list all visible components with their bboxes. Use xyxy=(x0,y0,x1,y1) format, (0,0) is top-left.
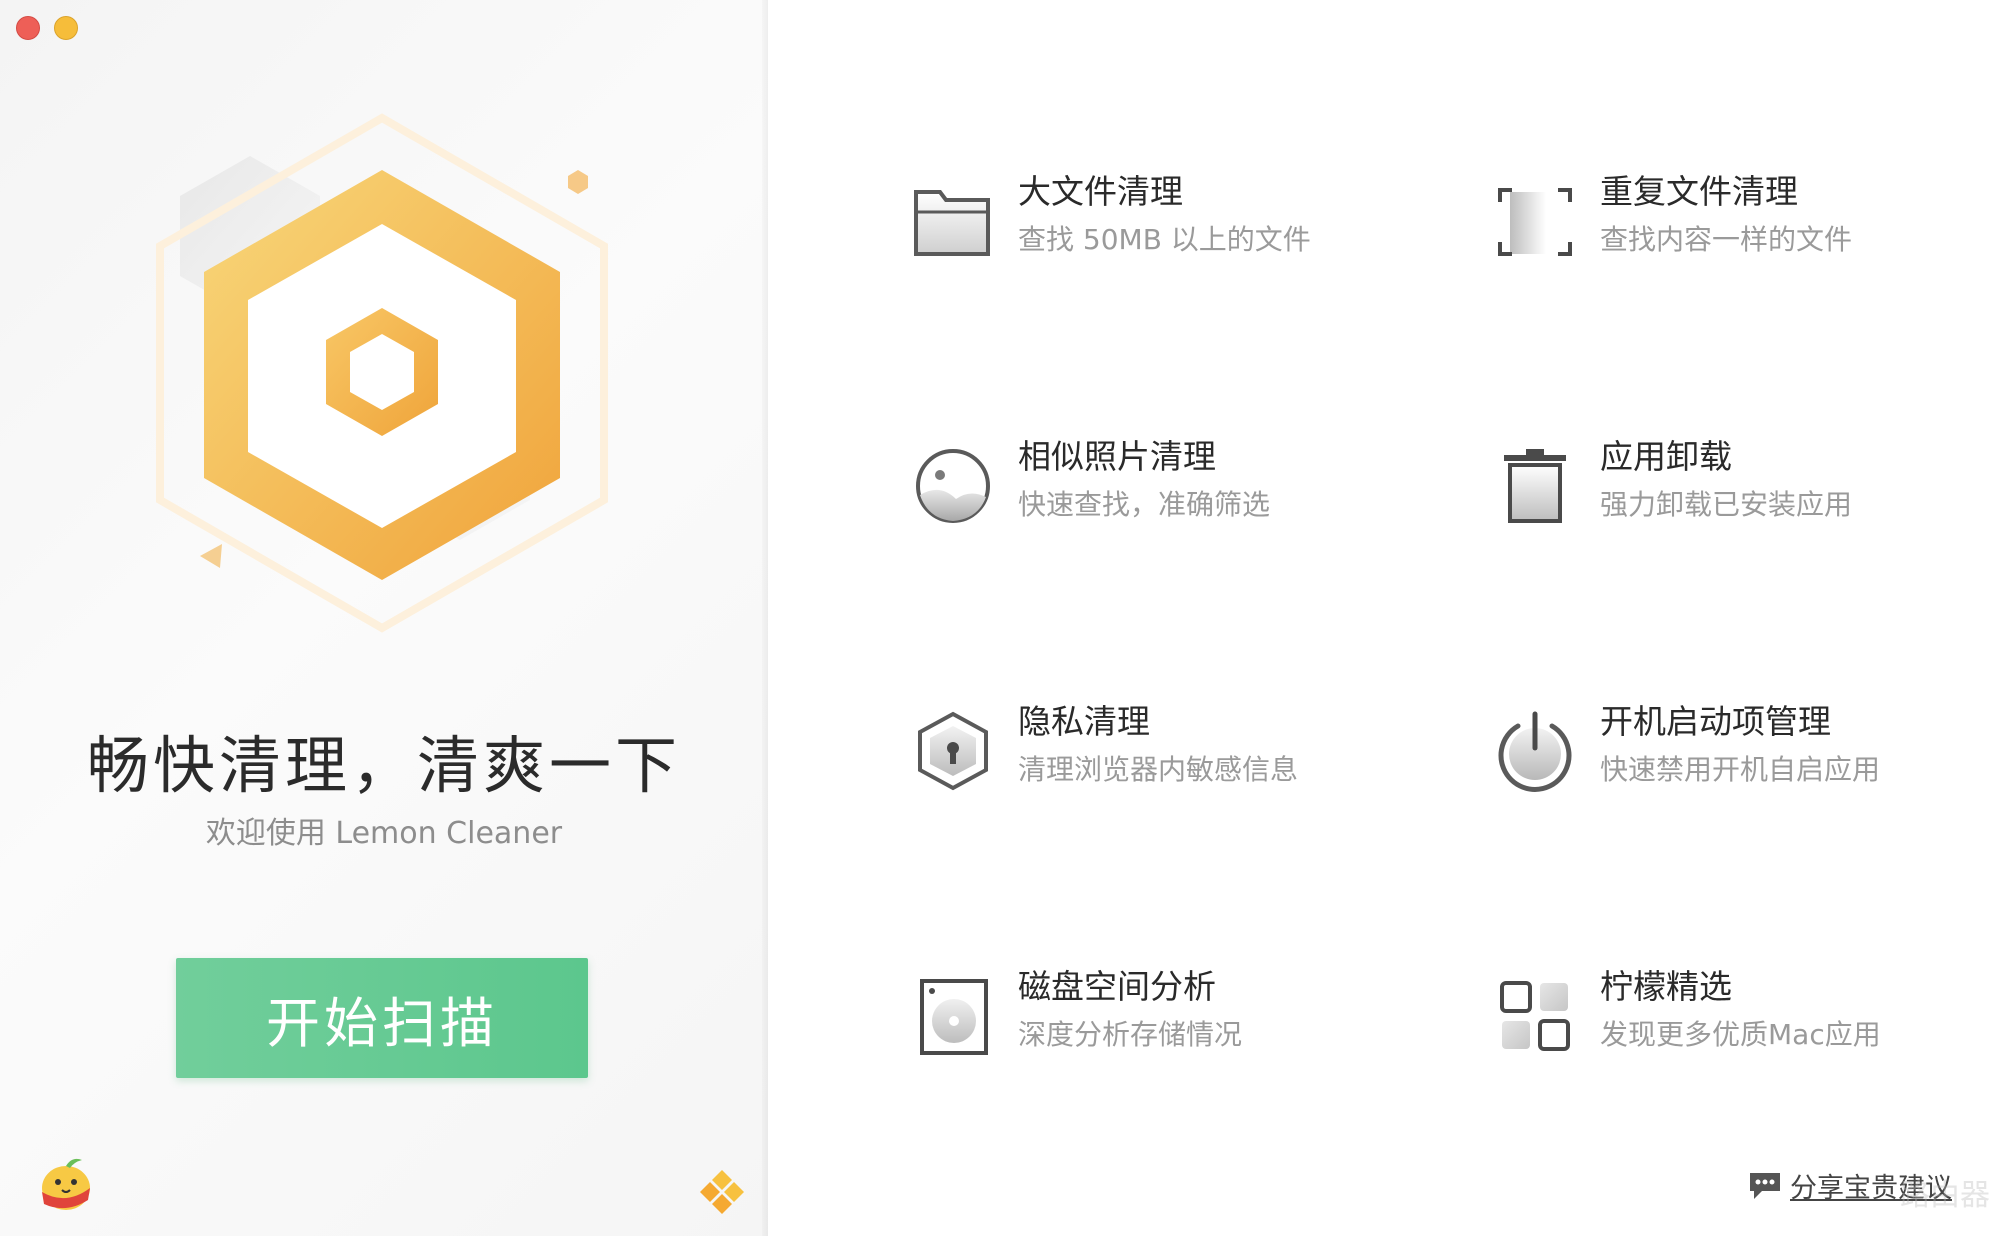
left-panel: 畅快清理，清爽一下 欢迎使用 Lemon Cleaner 开始扫描 xyxy=(0,0,768,1236)
features-panel: 大文件清理 查找 50MB 以上的文件 重复文件清理 查找内容一样的文件 相似照… xyxy=(768,0,2000,1236)
traffic-lights xyxy=(16,16,78,40)
hexagon-logo-illustration xyxy=(156,113,608,633)
feature-title: 隐私清理 xyxy=(1018,702,1150,741)
feature-desc: 快速查找，准确筛选 xyxy=(1018,488,1271,521)
large-file-folder-icon xyxy=(914,190,990,256)
lemon-mascot-icon[interactable] xyxy=(28,1148,104,1218)
feature-lemon-picks[interactable]: 柠檬精选 发现更多优质Mac应用 xyxy=(1492,963,1952,1083)
feature-disk-analysis[interactable]: 磁盘空间分析 深度分析存储情况 xyxy=(910,963,1370,1083)
feature-title: 柠檬精选 xyxy=(1600,967,1732,1006)
feature-title: 开机启动项管理 xyxy=(1600,702,1831,741)
trash-icon xyxy=(1504,449,1566,523)
feature-title: 相似照片清理 xyxy=(1018,437,1216,476)
feature-desc: 深度分析存储情况 xyxy=(1018,1018,1243,1051)
duplicate-file-icon xyxy=(1498,188,1572,256)
watermark-text: 路由器 xyxy=(1900,1178,1990,1213)
welcome-subtitle: 欢迎使用 Lemon Cleaner xyxy=(205,816,563,851)
disk-icon xyxy=(920,979,988,1055)
feature-app-uninstall[interactable]: 应用卸载 强力卸载已安装应用 xyxy=(1492,433,1952,553)
close-window-button[interactable] xyxy=(16,16,40,40)
feature-title: 磁盘空间分析 xyxy=(1018,967,1216,1006)
lemon-diamond-icon[interactable] xyxy=(696,1166,748,1218)
power-icon xyxy=(1498,711,1572,792)
feature-large-file-cleanup[interactable]: 大文件清理 查找 50MB 以上的文件 xyxy=(910,168,1370,288)
similar-photo-icon xyxy=(916,449,990,523)
app-window: 畅快清理，清爽一下 欢迎使用 Lemon Cleaner 开始扫描 大文件清理 … xyxy=(0,0,2000,1236)
minimize-window-button[interactable] xyxy=(54,16,78,40)
app-grid-icon xyxy=(1500,981,1570,1051)
feature-title: 大文件清理 xyxy=(1018,172,1183,211)
feature-similar-photo-cleanup[interactable]: 相似照片清理 快速查找，准确筛选 xyxy=(910,433,1370,553)
feature-desc: 清理浏览器内敏感信息 xyxy=(1018,753,1299,786)
feature-startup-items[interactable]: 开机启动项管理 快速禁用开机自启应用 xyxy=(1492,698,1952,818)
feature-desc: 查找 50MB 以上的文件 xyxy=(1018,223,1311,256)
slogan-heading: 畅快清理，清爽一下 xyxy=(86,729,681,802)
chat-bubble-icon xyxy=(1750,1172,1780,1199)
feature-duplicate-file-cleanup[interactable]: 重复文件清理 查找内容一样的文件 xyxy=(1492,168,1952,288)
feature-privacy-cleanup[interactable]: 隐私清理 清理浏览器内敏感信息 xyxy=(910,698,1370,818)
feature-desc: 快速禁用开机自启应用 xyxy=(1600,753,1881,786)
feature-title: 应用卸载 xyxy=(1600,437,1732,476)
privacy-shield-icon xyxy=(918,711,988,791)
feature-desc: 查找内容一样的文件 xyxy=(1600,223,1853,256)
start-scan-button[interactable]: 开始扫描 xyxy=(176,958,588,1078)
feature-desc: 强力卸载已安装应用 xyxy=(1600,488,1853,521)
feature-desc: 发现更多优质Mac应用 xyxy=(1600,1018,1881,1051)
feature-title: 重复文件清理 xyxy=(1600,172,1798,211)
